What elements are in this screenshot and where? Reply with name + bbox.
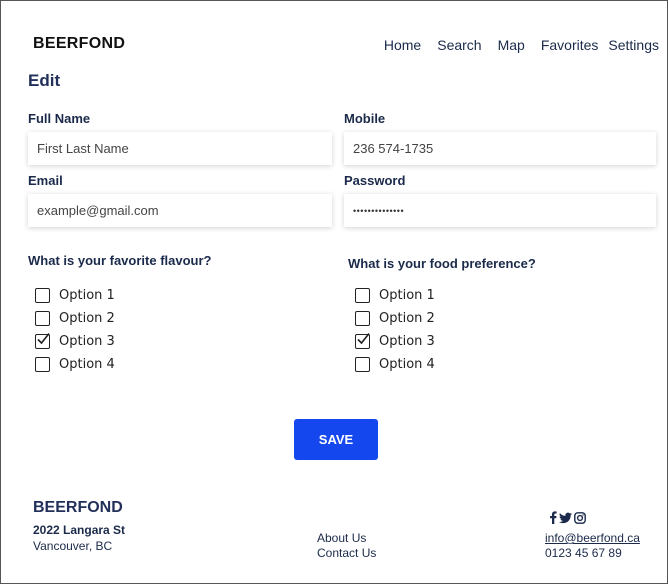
nav-search[interactable]: Search: [437, 37, 481, 53]
checkbox-icon[interactable]: [355, 356, 370, 372]
facebook-icon[interactable]: [549, 511, 557, 524]
footer-brand[interactable]: BEERFOND: [33, 499, 123, 517]
checkbox-checked-icon[interactable]: [355, 332, 370, 349]
instagram-icon[interactable]: [574, 511, 586, 524]
food-question: What is your food preference?: [348, 256, 536, 271]
checkbox-icon[interactable]: [355, 310, 370, 326]
flavour-option-4[interactable]: Option 4: [35, 354, 115, 374]
flavour-option-2[interactable]: Option 2: [35, 308, 115, 328]
nav-favorites[interactable]: Favorites: [541, 37, 599, 53]
brand-logo[interactable]: BEERFOND: [33, 35, 125, 53]
social-links: [549, 511, 586, 524]
footer-city: Vancouver, BC: [33, 539, 113, 553]
checkbox-icon[interactable]: [35, 356, 50, 372]
mobile-input[interactable]: [344, 132, 656, 165]
flavour-option-label: Option 4: [59, 356, 115, 372]
full-name-input[interactable]: [28, 132, 332, 165]
food-option-label: Option 4: [379, 356, 435, 372]
page-title: Edit: [28, 71, 61, 90]
full-name-label: Full Name: [28, 111, 91, 126]
password-input[interactable]: [344, 194, 656, 227]
flavour-option-label: Option 3: [59, 333, 115, 349]
food-option-label: Option 3: [379, 333, 435, 349]
save-button[interactable]: SAVE: [294, 419, 378, 460]
mobile-label: Mobile: [344, 111, 386, 126]
flavour-option-label: Option 2: [59, 310, 115, 326]
flavour-option-label: Option 1: [59, 287, 115, 303]
food-option-3[interactable]: Option 3: [355, 331, 435, 351]
food-option-4[interactable]: Option 4: [355, 354, 435, 374]
footer-email-link[interactable]: info@beerfond.ca: [545, 531, 640, 545]
flavour-option-3[interactable]: Option 3: [35, 331, 115, 351]
email-label: Email: [28, 173, 63, 188]
page-frame: BEERFOND Home Search Map Favorites Setti…: [0, 0, 668, 584]
checkbox-icon[interactable]: [355, 287, 370, 303]
flavour-question: What is your favorite flavour?: [28, 253, 212, 268]
food-option-1[interactable]: Option 1: [355, 285, 435, 305]
footer-about-link[interactable]: About Us: [317, 531, 366, 545]
checkbox-icon[interactable]: [35, 287, 50, 303]
password-label: Password: [344, 173, 406, 188]
email-input[interactable]: [28, 194, 332, 227]
checkbox-checked-icon[interactable]: [35, 332, 50, 349]
footer-contact-link[interactable]: Contact Us: [317, 546, 376, 560]
food-option-label: Option 2: [379, 310, 435, 326]
twitter-icon[interactable]: [559, 512, 572, 524]
food-option-2[interactable]: Option 2: [355, 308, 435, 328]
footer-phone: 0123 45 67 89: [545, 546, 622, 560]
checkbox-icon[interactable]: [35, 310, 50, 326]
footer-street: 2022 Langara St: [33, 523, 126, 537]
nav-home[interactable]: Home: [384, 37, 421, 53]
main-nav: Home Search Map Favorites Settings: [384, 37, 659, 53]
nav-map[interactable]: Map: [498, 37, 525, 53]
food-option-label: Option 1: [379, 287, 435, 303]
flavour-option-1[interactable]: Option 1: [35, 285, 115, 305]
nav-settings[interactable]: Settings: [608, 37, 659, 53]
